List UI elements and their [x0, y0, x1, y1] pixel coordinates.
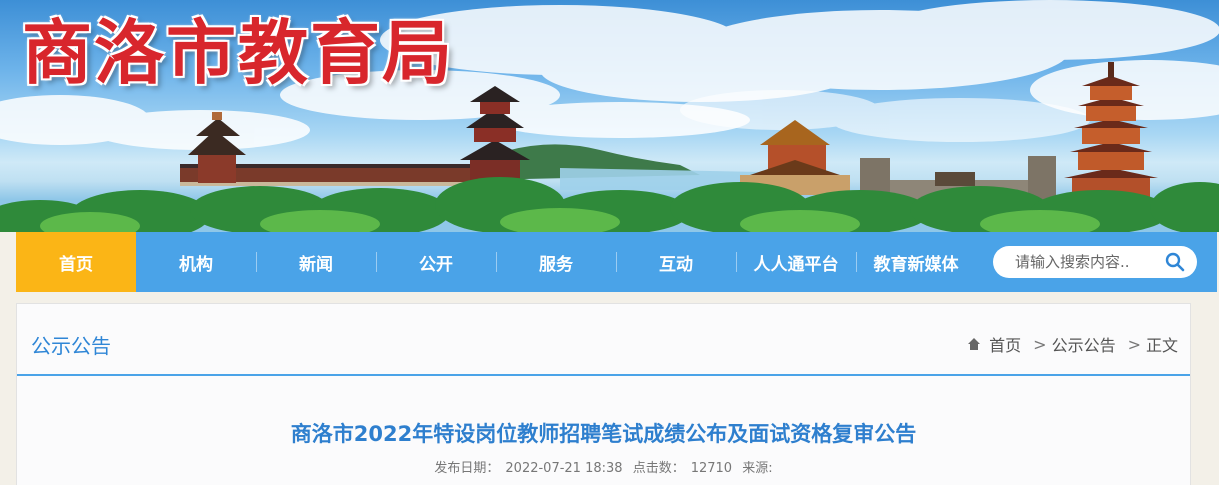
content-panel: 公示公告 首页 > 公示公告 > 正文 商洛市2022年特设岗位教师招聘笔试成绩…	[16, 303, 1191, 485]
site-banner: 商洛市教育局	[0, 0, 1219, 232]
breadcrumb-current: 正文	[1145, 336, 1178, 355]
search-icon[interactable]	[1165, 252, 1185, 272]
nav-item-interact[interactable]: 互动	[616, 232, 736, 292]
nav-item-renrentong[interactable]: 人人通平台	[736, 232, 856, 292]
site-title: 商洛市教育局	[22, 12, 454, 94]
source-label: 来源:	[742, 461, 773, 476]
nav-item-new-media[interactable]: 教育新媒体	[856, 232, 976, 292]
breadcrumb-home[interactable]: 首页	[989, 332, 1021, 356]
nav-item-org[interactable]: 机构	[136, 232, 256, 292]
article-title: 商洛市2022年特设岗位教师招聘笔试成绩公布及面试资格复审公告	[290, 422, 917, 446]
section-title: 公示公告	[31, 334, 111, 358]
click-count: 12710	[690, 461, 733, 476]
search-box	[993, 246, 1197, 278]
breadcrumb-separator: >	[1033, 334, 1047, 354]
search-input[interactable]	[1015, 253, 1165, 271]
breadcrumb: 首页 > 公示公告 > 正文	[967, 332, 1178, 356]
publish-date: 2022-07-21 18:38	[505, 461, 623, 476]
nav-item-service[interactable]: 服务	[496, 232, 616, 292]
date-label: 发布日期：	[434, 461, 500, 476]
panel-header: 公示公告 首页 > 公示公告 > 正文	[17, 304, 1190, 376]
main-nav: 首页 机构 新闻 公开 服务 互动 人人通平台 教育新媒体	[16, 232, 1217, 292]
breadcrumb-separator: >	[1127, 334, 1141, 354]
nav-item-news[interactable]: 新闻	[256, 232, 376, 292]
article-meta: 发布日期： 2022-07-21 18:38 点击数： 12710 来源:	[17, 457, 1190, 476]
breadcrumb-notices[interactable]: 公示公告	[1052, 332, 1116, 356]
clicks-label: 点击数：	[632, 461, 685, 476]
nav-item-home[interactable]: 首页	[16, 232, 136, 292]
home-icon	[968, 338, 981, 350]
nav-item-public[interactable]: 公开	[376, 232, 496, 292]
